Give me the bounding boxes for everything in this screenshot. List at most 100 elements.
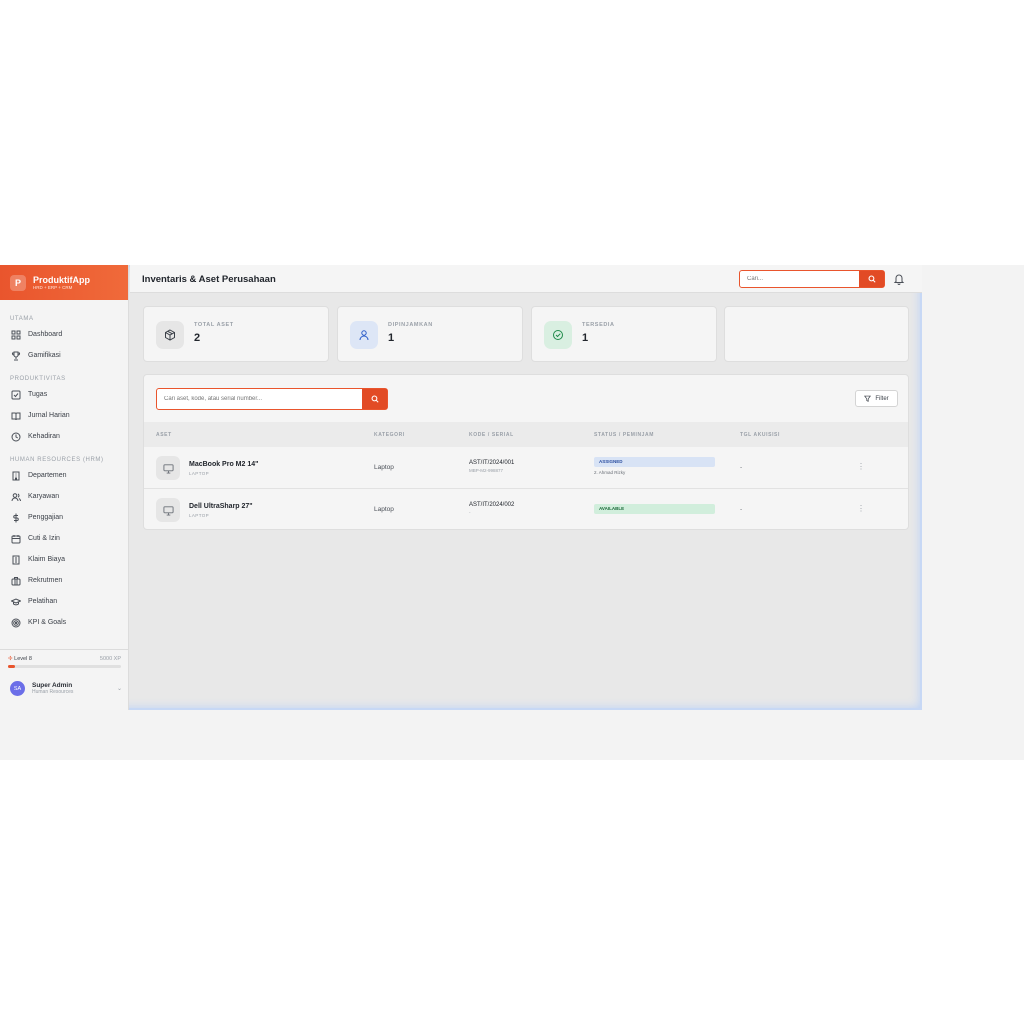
brand-name: ProduktifApp: [33, 274, 90, 285]
receipt-icon: [11, 555, 21, 565]
more-actions-icon[interactable]: ⋮: [857, 462, 865, 471]
column-header-kategori: KATEGORI: [374, 432, 405, 438]
asset-search-button[interactable]: [362, 389, 387, 409]
clock-icon: [11, 432, 21, 442]
briefcase-icon: [11, 576, 21, 586]
sidebar-item-pelatihan[interactable]: Pelatihan: [0, 591, 128, 612]
building-icon: [11, 471, 21, 481]
sidebar-item-kehadiran[interactable]: Kehadiran: [0, 426, 128, 447]
header-search-input[interactable]: [740, 271, 859, 287]
more-actions-icon[interactable]: ⋮: [857, 504, 865, 513]
sidebar-item-rekrutmen[interactable]: Rekrutmen: [0, 570, 128, 591]
status-badge: ASSIGNED: [594, 457, 715, 467]
sidebar-item-departemen[interactable]: Departemen: [0, 465, 128, 486]
asset-search-input[interactable]: [157, 389, 362, 409]
sidebar-item-tugas[interactable]: Tugas: [0, 384, 128, 405]
level-label-wrap: ✢ Level 8: [8, 656, 32, 662]
level-bar: [8, 665, 121, 668]
stat-value: 1: [388, 332, 395, 344]
sidebar-item-label: Karyawan: [28, 493, 60, 500]
sidebar-item-label: Jurnal Harian: [28, 412, 70, 419]
user-role: Human Resources: [32, 689, 74, 695]
status-badge: AVAILABLE: [594, 504, 715, 514]
sidebar-item-cuti-izin[interactable]: Cuti & Izin: [0, 528, 128, 549]
asset-search: [156, 388, 388, 410]
table-header: ASET KATEGORI KODE / SERIAL STATUS / PEM…: [144, 422, 908, 447]
check-circle-icon: [544, 321, 572, 349]
asset-table-panel: Filter ASET KATEGORI KODE / SERIAL STATU…: [143, 374, 909, 530]
stat-label: DIPINJAMKAN: [388, 322, 433, 328]
filter-label: Filter: [875, 395, 889, 402]
stat-value: 2: [194, 332, 201, 344]
xp-value: 5000 XP: [99, 656, 121, 662]
monitor-icon: [156, 456, 180, 480]
sidebar-item-penggajian[interactable]: Penggajian: [0, 507, 128, 528]
asset-name: Dell UltraSharp 27": [189, 503, 253, 510]
calendar-icon: [11, 534, 21, 544]
checkbox-icon: [11, 390, 21, 400]
brand-subtitle: HRD + ERP + CRM: [33, 284, 73, 290]
asset-category: Laptop: [374, 506, 394, 513]
search-icon: [868, 275, 876, 283]
asset-category: Laptop: [374, 464, 394, 471]
section-title-utama: UTAMA: [10, 316, 34, 322]
sidebar-item-karyawan[interactable]: Karyawan: [0, 486, 128, 507]
sidebar-item-label: Cuti & Izin: [28, 535, 60, 542]
header-search-button[interactable]: [859, 271, 884, 287]
sidebar-item-label: Pelatihan: [28, 598, 58, 605]
monitor-icon: [156, 498, 180, 522]
sidebar-item-dashboard[interactable]: Dashboard: [0, 324, 128, 345]
section-title-hrm: HUMAN RESOURCES (HRM): [10, 457, 104, 463]
brand-logo: P: [10, 274, 26, 291]
section-title-produktivitas: PRODUKTIVITAS: [10, 376, 66, 382]
sidebar-item-label: Rekrutmen: [28, 577, 63, 584]
sidebar-item-jurnal-harian[interactable]: Jurnal Harian: [0, 405, 128, 426]
column-header-aset: ASET: [156, 432, 172, 438]
header-search: [739, 270, 885, 288]
level-label: Level 8: [14, 656, 32, 662]
asset-serial: -: [469, 510, 471, 515]
stat-card-tersedia: TERSEDIA 1: [531, 306, 717, 362]
app-window: P ProduktifApp HRD + ERP + CRM UTAMA Das…: [0, 265, 922, 710]
sidebar-item-kpi-goals[interactable]: KPI & Goals: [0, 612, 128, 633]
column-header-kode-serial: KODE / SERIAL: [469, 432, 514, 438]
sidebar-item-label: Klaim Biaya: [28, 556, 65, 563]
sidebar-item-label: Dashboard: [28, 331, 63, 338]
dollar-icon: [11, 513, 21, 523]
avatar: SA: [10, 681, 25, 696]
sidebar-item-gamifikasi[interactable]: Gamifikasi: [0, 345, 128, 366]
acquisition-date: -: [740, 506, 743, 513]
borrower-name: 2. Ahmad Rizky: [594, 470, 626, 475]
asset-serial: MBP-M2-998877: [469, 468, 504, 473]
stat-card-total-aset: TOTAL ASET 2: [143, 306, 329, 362]
users-icon: [11, 492, 21, 502]
asset-code: AST/IT/2024/001: [469, 460, 515, 466]
user-menu[interactable]: SA Super Admin Human Resources ⌄: [10, 681, 122, 696]
graduation-cap-icon: [11, 597, 21, 607]
filter-icon: [864, 395, 872, 402]
table-row[interactable]: Dell UltraSharp 27" LAPTOP Laptop AST/IT…: [144, 489, 908, 529]
table-row[interactable]: MacBook Pro M2 14" LAPTOP Laptop AST/IT/…: [144, 447, 908, 489]
target-icon: [11, 618, 21, 628]
level-progress: ✢ Level 8 5000 XP: [0, 649, 129, 668]
bell-icon[interactable]: [893, 273, 905, 285]
asset-name: MacBook Pro M2 14": [189, 461, 259, 468]
stat-value: 1: [582, 332, 589, 344]
sidebar-item-label: KPI & Goals: [28, 619, 67, 626]
asset-type: LAPTOP: [189, 471, 210, 476]
column-header-tgl-akuisisi: TGL AKUISISI: [740, 432, 780, 438]
sidebar-item-label: Departemen: [28, 472, 67, 479]
sidebar-item-klaim-biaya[interactable]: Klaim Biaya: [0, 549, 128, 570]
sidebar-item-label: Tugas: [28, 391, 48, 398]
grid-icon: [11, 330, 21, 340]
stat-card-empty: [724, 306, 909, 362]
asset-type: LAPTOP: [189, 513, 210, 518]
level-bar-fill: [8, 665, 15, 668]
brand[interactable]: P ProduktifApp HRD + ERP + CRM: [0, 265, 128, 300]
page-title: Inventaris & Aset Perusahaan: [142, 274, 276, 285]
user-icon: [350, 321, 378, 349]
acquisition-date: -: [740, 464, 743, 471]
top-header: Inventaris & Aset Perusahaan: [130, 265, 922, 293]
search-icon: [371, 395, 379, 403]
filter-button[interactable]: Filter: [855, 390, 898, 407]
